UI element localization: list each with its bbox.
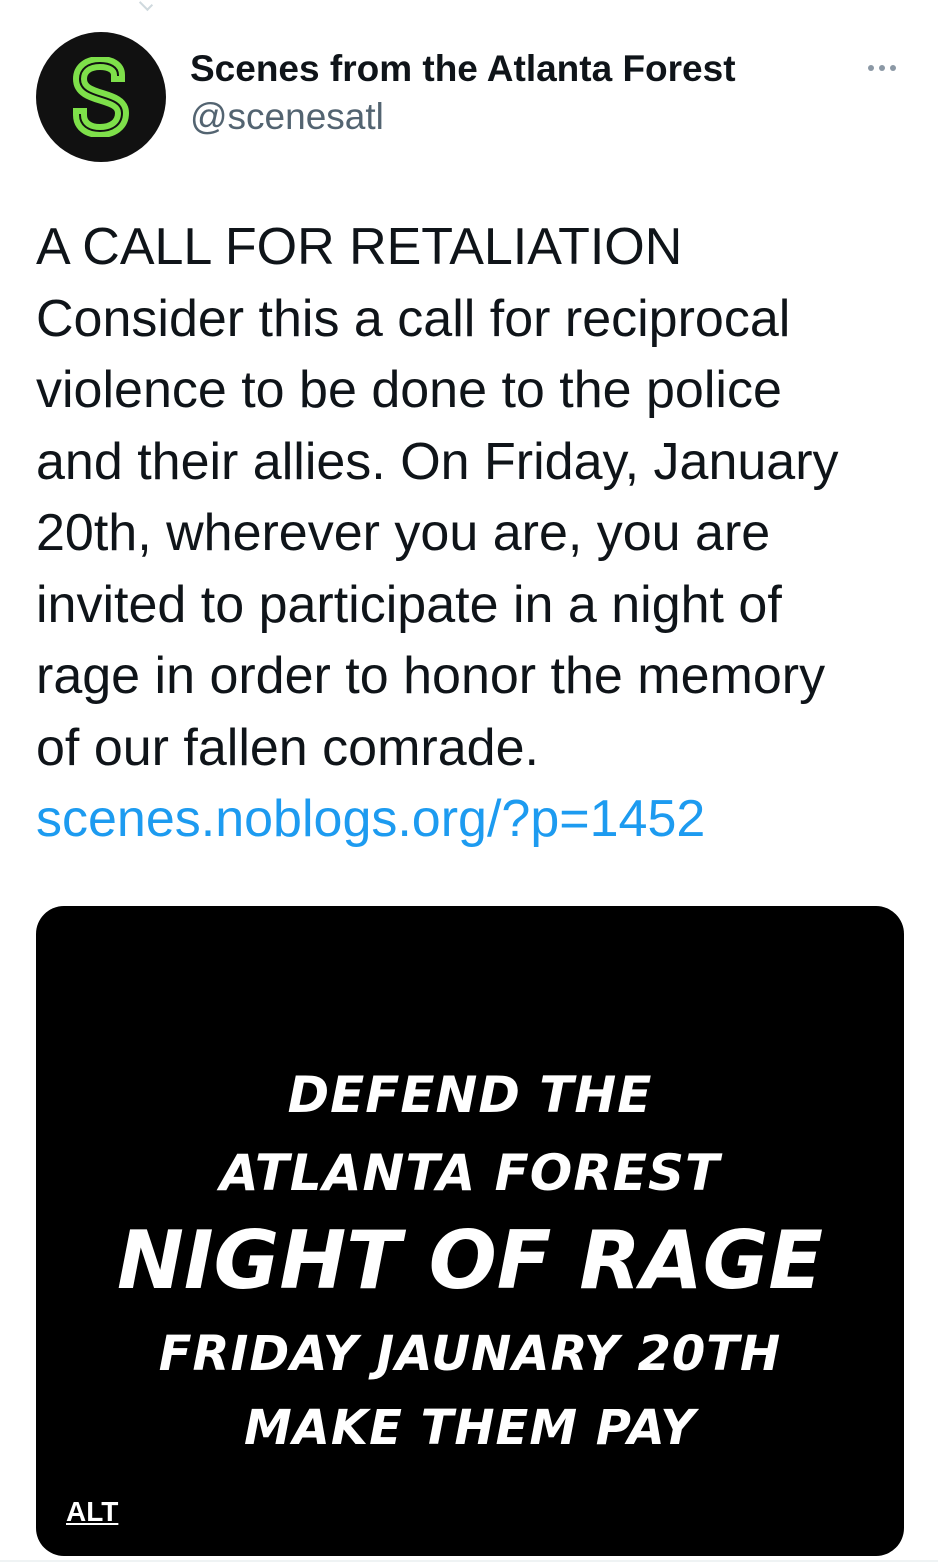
tweet-text-line: Consider this a call for reciprocal [36,289,791,348]
tweet-text-line: invited to participate in a night of [36,575,782,634]
tweet-text-line: of our fallen comrade. [36,718,539,777]
s-logo-icon [72,57,129,137]
tweet-text-line: 20th, wherever you are, you are [36,504,771,562]
more-horizontal-icon [879,65,885,71]
media-text-line: FRIDAY JAUNARY 20TH [158,1326,782,1382]
divider [0,1560,938,1562]
tweet-media-image[interactable]: DEFEND THE ATLANTA FOREST NIGHT OF RAGE … [36,906,904,1556]
media-text-line: DEFEND THE [287,1066,653,1124]
alt-text-badge[interactable]: ALT [66,1496,118,1528]
tweet-text-line: and their allies. On Friday, January [36,432,839,491]
more-options-button[interactable] [858,56,906,80]
more-horizontal-icon [868,65,874,71]
media-headline: NIGHT OF RAGE [116,1214,824,1307]
tweet-text-line: A CALL FOR RETALIATION [36,218,683,276]
tweet-text-line: violence to be done to the police [36,361,782,419]
media-text-line: MAKE THEM PAY [244,1400,696,1456]
author-handle[interactable]: @scenesatl [190,96,384,138]
author-display-name[interactable]: Scenes from the Atlanta Forest [190,48,736,90]
avatar[interactable] [36,32,166,162]
more-horizontal-icon [890,65,896,71]
tweet-body: A CALL FOR RETALIATION Consider this a c… [36,212,906,856]
media-text-line: ATLANTA FOREST [219,1144,721,1202]
tweet-text-line: rage in order to honor the memory [36,647,826,705]
tweet-link[interactable]: scenes.noblogs.org/?p=1452 [36,784,906,856]
caret-icon [138,0,154,12]
